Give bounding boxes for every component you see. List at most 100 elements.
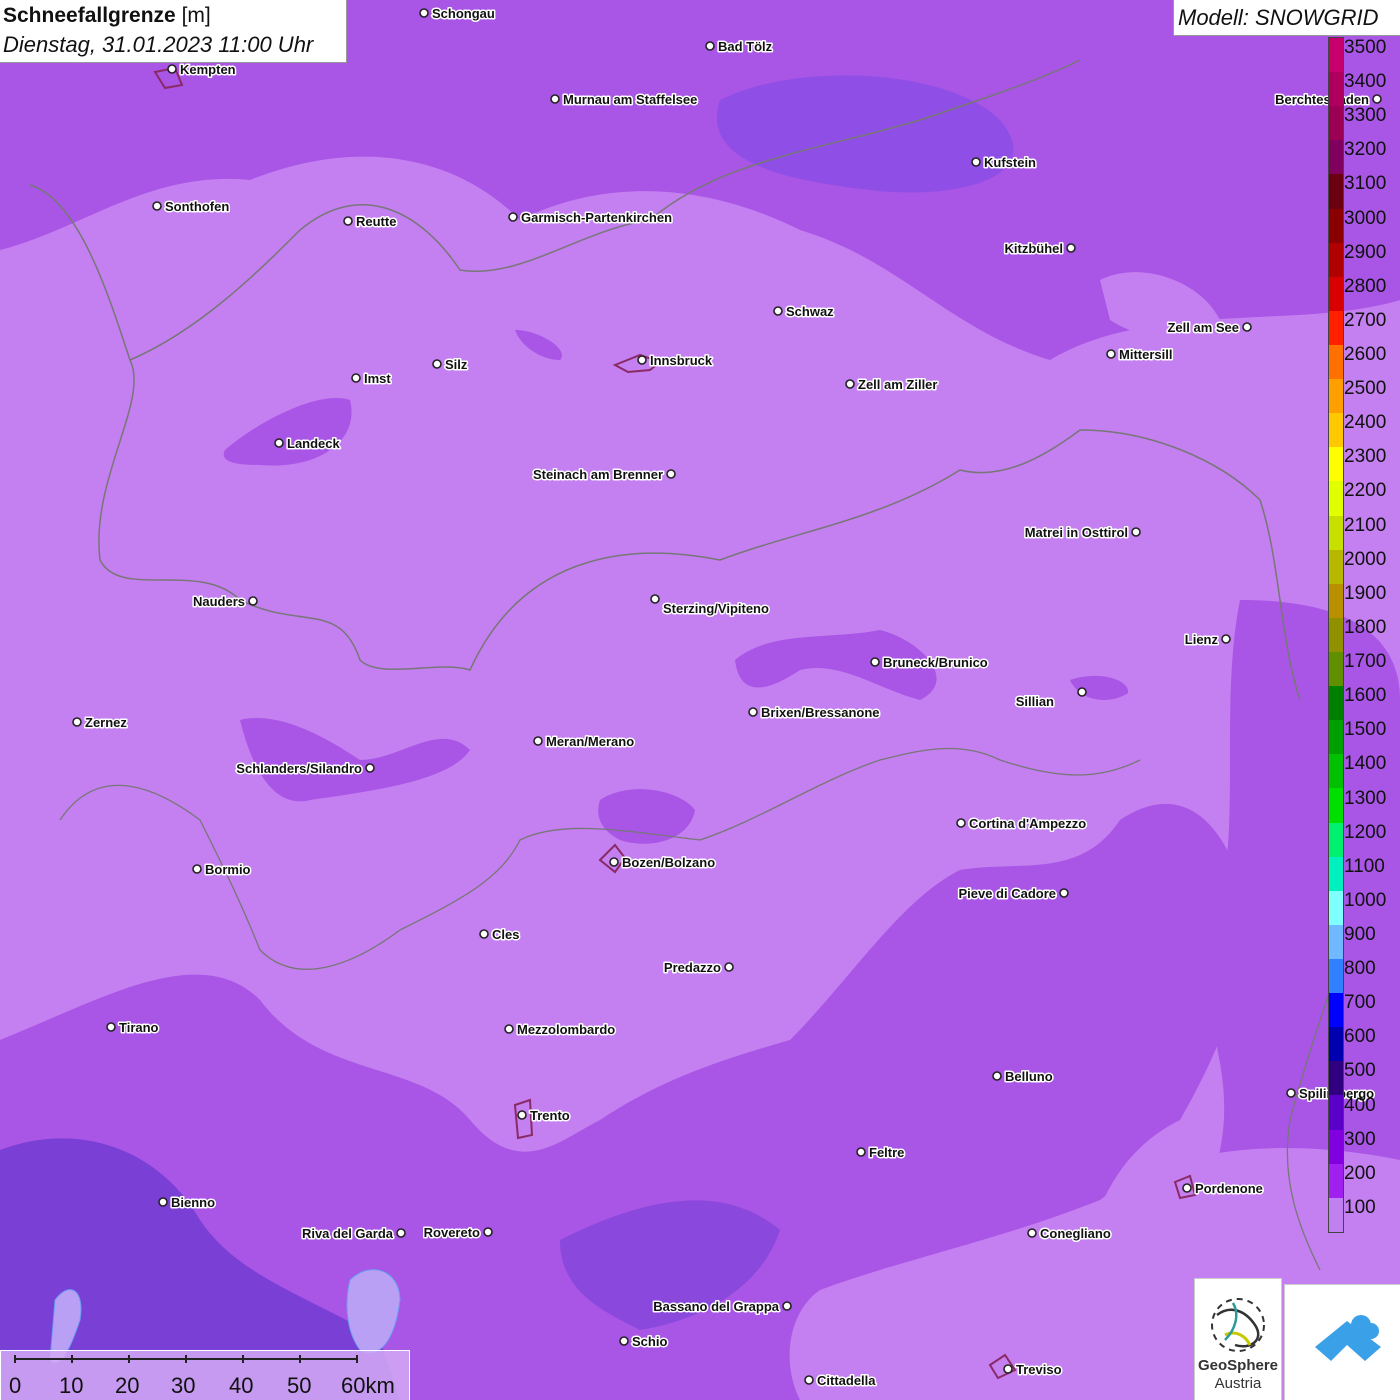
city-label: Sillian (1016, 694, 1054, 709)
city-dot (167, 64, 177, 74)
app-logo (1284, 1284, 1400, 1400)
geosphere-logo-line2: Austria (1214, 1375, 1262, 1392)
legend-tick-label: 900 (1344, 923, 1376, 945)
city-dot (432, 359, 442, 369)
city-dot (351, 373, 361, 383)
map-canvas: Schongau Bad Tölz Kempten Murnau am Staffel… (0, 0, 1400, 1400)
city-dot (550, 94, 560, 104)
city-dot (1286, 1088, 1296, 1098)
city-label: Bienno (171, 1195, 215, 1210)
legend-tick-label: 400 (1344, 1094, 1376, 1116)
city-dot (479, 929, 489, 939)
city-label: Lienz (1185, 632, 1219, 647)
legend-tick-label: 1500 (1344, 719, 1387, 741)
legend-band (1329, 958, 1343, 994)
map-datetime: Dienstag, 31.01.2023 11:00 Uhr (3, 32, 314, 57)
city-dot (1372, 94, 1382, 104)
legend-band (1329, 754, 1343, 789)
legend-band (1329, 822, 1343, 857)
geosphere-logo-line1: GeoSphere (1197, 1357, 1279, 1374)
legend-band (1329, 1095, 1343, 1130)
city-dot (971, 157, 981, 167)
city-label: Imst (364, 371, 391, 386)
city-label: Innsbruck (650, 353, 713, 368)
city-label: Tirano (119, 1020, 159, 1035)
city-dot (419, 8, 429, 18)
city-marker-matrei-in-osttirol: Matrei in Osttirol (1023, 524, 1141, 542)
legend-band (1329, 310, 1343, 345)
legend-band (1329, 1197, 1343, 1232)
legend-tick-label: 1600 (1344, 685, 1387, 707)
city-marker-murnau-am-staffelsee: Murnau am Staffelsee (550, 91, 699, 109)
city-dot (72, 717, 82, 727)
city-dot (748, 707, 758, 717)
legend-tick-label: 600 (1344, 1026, 1376, 1048)
legend-band (1329, 1163, 1343, 1198)
city-marker-pordenone: Pordenone (1182, 1180, 1264, 1198)
city-dot (1059, 888, 1069, 898)
city-label: Sterzing/Vipiteno (663, 601, 769, 616)
city-label: Bozen/Bolzano (622, 855, 715, 870)
legend-tick-label: 1900 (1344, 582, 1387, 604)
city-label: Steinach am Brenner (533, 467, 663, 482)
scale-tick-label: 0 (9, 1373, 22, 1398)
legend-band (1329, 720, 1343, 755)
city-dot (1027, 1228, 1037, 1238)
legend-tick-label: 800 (1344, 958, 1376, 980)
city-dot (106, 1022, 116, 1032)
legend-tick-label: 1000 (1344, 889, 1387, 911)
legend-tick-label: 2700 (1344, 309, 1387, 331)
city-label: Bad Tölz (718, 39, 773, 54)
legend-tick-label: 100 (1344, 1196, 1376, 1218)
legend-tick-label: 3400 (1344, 71, 1387, 93)
city-dot (343, 216, 353, 226)
city-marker-garmisch-partenkirchen: Garmisch-Partenkirchen (508, 209, 674, 227)
legend-tick-label: 2000 (1344, 548, 1387, 570)
city-dot (619, 1336, 629, 1346)
legend-band (1329, 583, 1343, 618)
legend-tick-label: 3100 (1344, 173, 1387, 195)
city-dot (1106, 349, 1116, 359)
scale-tick-label: 30 (171, 1373, 196, 1398)
legend-tick-label: 3300 (1344, 105, 1387, 127)
city-label: Sonthofen (165, 199, 229, 214)
legend-band (1329, 140, 1343, 175)
legend-band (1329, 481, 1343, 516)
city-label: Predazzo (664, 960, 721, 975)
city-dot (773, 306, 783, 316)
city-dot (705, 41, 715, 51)
city-dot (483, 1227, 493, 1237)
legend-tick-label: 200 (1344, 1162, 1376, 1184)
city-marker-sonthofen: Sonthofen (152, 198, 231, 216)
city-label: Schongau (432, 6, 495, 21)
city-dot (724, 962, 734, 972)
legend-tick-label: 1200 (1344, 821, 1387, 843)
city-label: Treviso (1016, 1362, 1062, 1377)
city-dot (1077, 687, 1087, 697)
city-dot (533, 736, 543, 746)
city-label: Cittadella (817, 1373, 876, 1388)
city-label: Silz (445, 357, 468, 372)
city-label: Kitzbühel (1005, 241, 1064, 256)
scale-bar: 0 10 20 30 40 50 60km (0, 1350, 410, 1400)
legend-band (1329, 38, 1343, 73)
city-marker-conegliano: Conegliano (1027, 1225, 1112, 1243)
scale-tick-label: 20 (115, 1373, 140, 1398)
legend-band (1329, 549, 1343, 584)
city-dot (365, 763, 375, 773)
legend-tick-label: 300 (1344, 1128, 1376, 1150)
city-label: Pordenone (1195, 1181, 1263, 1196)
city-label: Zernez (85, 715, 127, 730)
city-label: Mittersill (1119, 347, 1172, 362)
city-marker-innsbruck: Innsbruck (637, 352, 714, 370)
city-dot (782, 1301, 792, 1311)
legend-colorbar (1328, 37, 1344, 1233)
city-label: Nauders (193, 594, 245, 609)
city-marker-zell-am-ziller: Zell am Ziller (845, 376, 939, 394)
legend-band (1329, 1061, 1343, 1096)
map-title-text: Schneefallgrenze (3, 4, 176, 27)
city-dot (1242, 322, 1252, 332)
city-marker-steinach-am-brenner: Steinach am Brenner (531, 466, 676, 484)
city-marker-bozen-bolzano: Bozen/Bolzano (609, 854, 717, 872)
legend-tick-label: 2600 (1344, 344, 1387, 366)
